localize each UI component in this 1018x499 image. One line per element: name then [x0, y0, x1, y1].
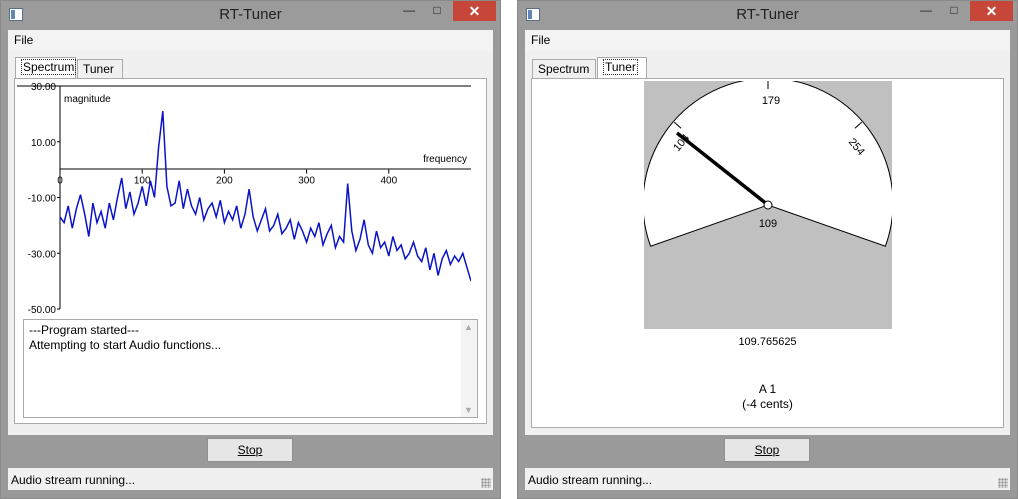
status-text: Audio stream running...: [11, 473, 136, 487]
scroll-down-icon[interactable]: ▼: [464, 405, 473, 415]
needle-pivot: [763, 200, 773, 210]
minimize-button[interactable]: —: [913, 1, 939, 21]
client-area: Spectrum Tuner 30.00 10.00 -10.00 -30.00 -50…: [8, 51, 493, 435]
minimize-button[interactable]: —: [396, 1, 422, 21]
menu-bar: File: [8, 30, 493, 51]
tab-tuner[interactable]: Tuner: [597, 57, 647, 78]
x-tick-label: 300: [298, 176, 315, 187]
stop-button[interactable]: Stop: [207, 438, 293, 462]
tab-spectrum[interactable]: Spectrum: [532, 59, 596, 78]
menu-file[interactable]: File: [14, 33, 33, 47]
resize-grip[interactable]: [998, 478, 1008, 488]
menu-file[interactable]: File: [531, 33, 550, 47]
log-scrollbar[interactable]: ▲ ▼: [461, 320, 477, 417]
x-tick-label: 0: [57, 176, 63, 187]
gauge-label-center: 179: [762, 95, 780, 107]
tuner-gauge: 104 179 254 109: [644, 81, 892, 329]
right-window: RT-Tuner — □ ✕ File Spectrum Tuner 104 1…: [517, 0, 1018, 499]
status-text: Audio stream running...: [528, 473, 653, 487]
log-line: ---Program started---: [29, 323, 140, 337]
stop-button[interactable]: Stop: [724, 438, 810, 462]
scroll-up-icon[interactable]: ▲: [464, 322, 473, 332]
note-readout: A 1: [758, 382, 777, 396]
left-window: RT-Tuner — □ ✕ File Spectrum Tuner 30.00…: [0, 0, 501, 499]
client-area: Spectrum Tuner 104 179 254 109 109.76562…: [525, 51, 1010, 435]
y-tick-label: -10.00: [28, 194, 57, 205]
x-tick-label: 400: [380, 176, 397, 187]
x-axis-label: frequency: [423, 154, 467, 165]
log-line: Attempting to start Audio functions...: [29, 338, 222, 352]
close-button[interactable]: ✕: [970, 1, 1013, 21]
menu-bar: File: [525, 30, 1010, 51]
y-axis-label: magnitude: [64, 94, 111, 105]
title-bar[interactable]: RT-Tuner — □ ✕: [518, 1, 1017, 30]
frequency-readout: 109.765625: [738, 336, 797, 348]
close-button[interactable]: ✕: [453, 1, 496, 21]
y-tick-label: -50.00: [28, 305, 57, 313]
tab-spectrum[interactable]: Spectrum: [15, 57, 77, 78]
maximize-button[interactable]: □: [941, 1, 967, 21]
title-bar[interactable]: RT-Tuner — □ ✕: [1, 1, 500, 30]
log-box[interactable]: ---Program started--- Attempting to star…: [23, 319, 478, 418]
x-tick-label: 100: [134, 176, 151, 187]
maximize-button[interactable]: □: [424, 1, 450, 21]
gauge-current-value: 109: [759, 218, 777, 230]
tuner-panel: 104 179 254 109 109.765625 A 1 (-4 cents…: [531, 78, 1004, 428]
status-bar: Audio stream running...: [8, 468, 493, 490]
status-bar: Audio stream running...: [525, 468, 1010, 490]
resize-grip[interactable]: [481, 478, 491, 488]
y-tick-label: 10.00: [31, 138, 56, 149]
tab-tuner[interactable]: Tuner: [77, 59, 123, 78]
spectrum-panel: 30.00 10.00 -10.00 -30.00 -50.00 0 100 200 300 40…: [14, 78, 487, 424]
spectrum-chart: 30.00 10.00 -10.00 -30.00 -50.00 0 100 200 300 40…: [17, 83, 471, 313]
y-tick-label: -30.00: [28, 249, 57, 260]
cents-readout: (-4 cents): [742, 397, 793, 411]
x-tick-label: 200: [216, 176, 233, 187]
y-tick-label: 30.00: [31, 83, 56, 93]
